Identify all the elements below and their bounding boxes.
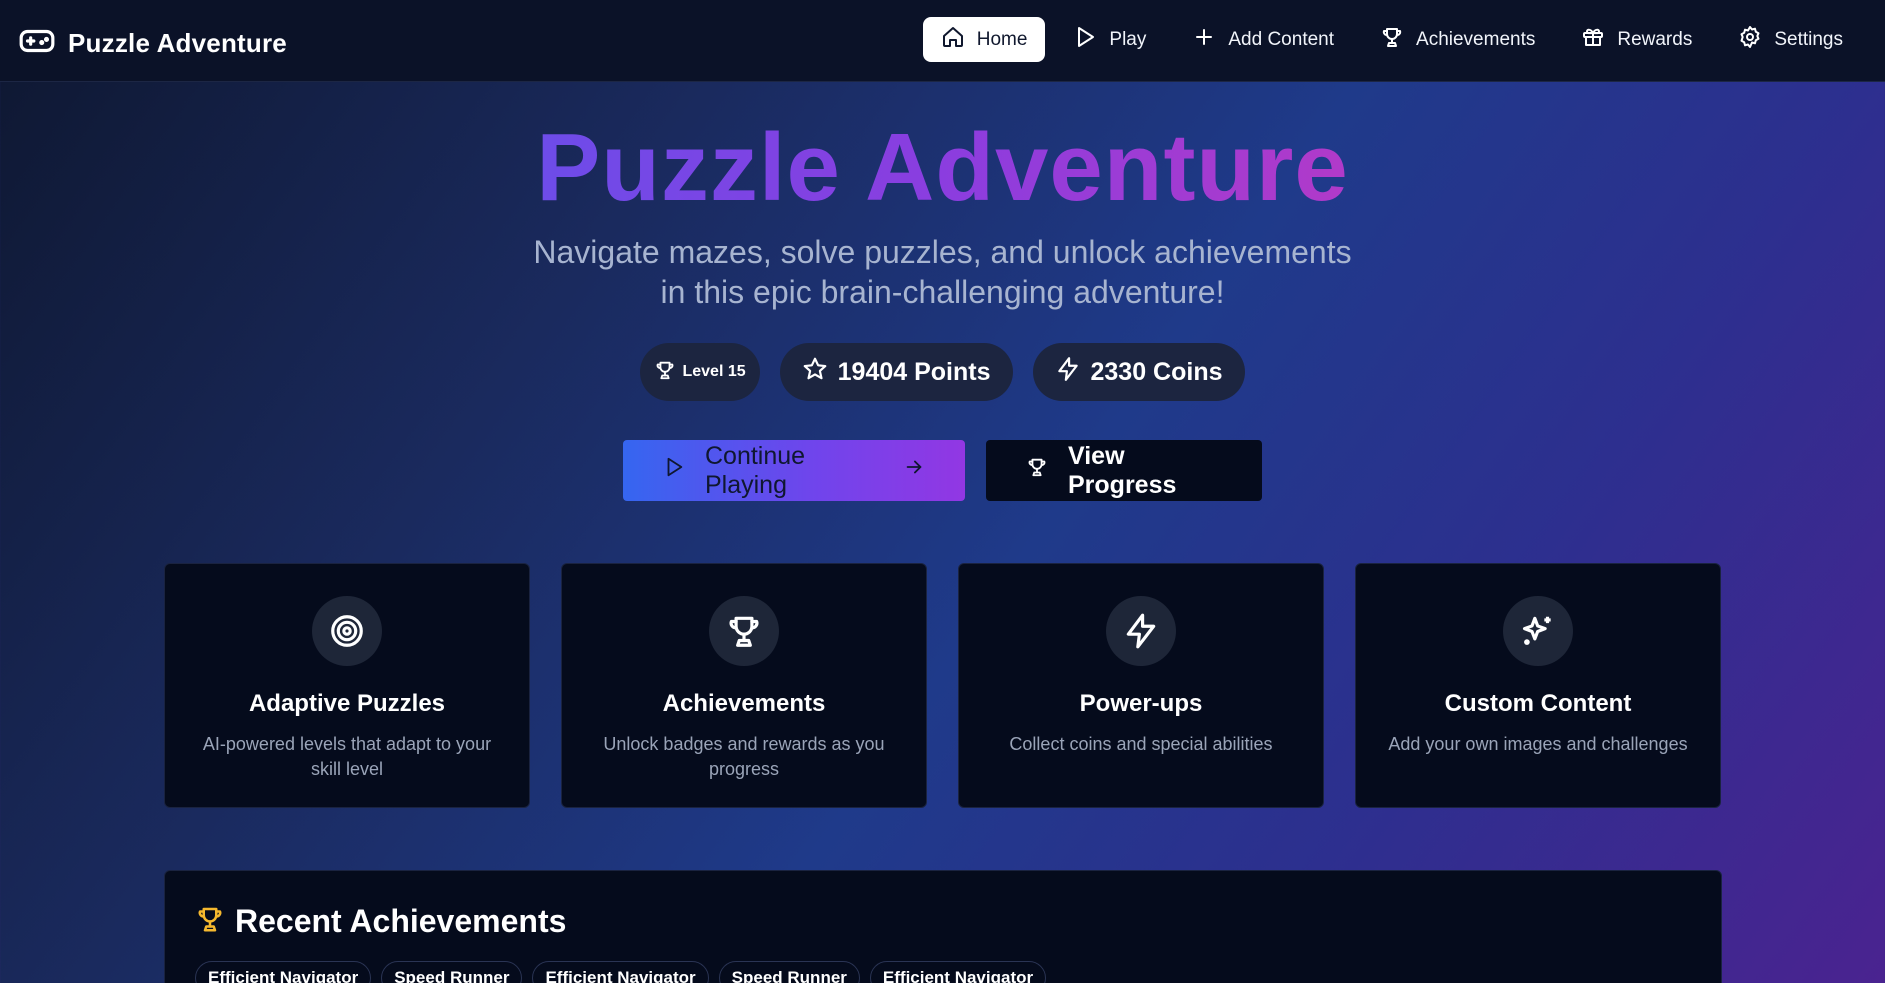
- nav-menu: Home Play Add Content Achievements Rewar…: [922, 17, 1861, 62]
- nav-home[interactable]: Home: [922, 17, 1046, 62]
- play-icon: [663, 456, 685, 485]
- feature-description: Collect coins and special abilities: [1009, 734, 1273, 754]
- continue-playing-button[interactable]: Continue Playing: [623, 440, 965, 501]
- hero-subtitle: Navigate mazes, solve puzzles, and unloc…: [0, 232, 1885, 312]
- trophy-icon: [1026, 456, 1048, 485]
- achievement-badge[interactable]: Speed Runner: [718, 961, 860, 983]
- feature-card-achievements: Achievements Unlock badges and rewards a…: [561, 563, 927, 808]
- nav-rewards-label: Rewards: [1617, 28, 1693, 50]
- brand[interactable]: Puzzle Adventure: [18, 22, 287, 65]
- lightning-icon: [1106, 596, 1176, 666]
- achievement-badge[interactable]: Efficient Navigator: [532, 961, 709, 983]
- level-badge: Level 15: [640, 343, 760, 401]
- feature-cards: Adaptive Puzzles AI-powered levels that …: [164, 563, 1721, 808]
- play-icon: [1073, 25, 1097, 55]
- nav-play-label: Play: [1109, 28, 1147, 50]
- sparkles-icon: [1503, 596, 1573, 666]
- nav-add-content-label: Add Content: [1228, 28, 1335, 50]
- top-nav: Puzzle Adventure Home Play Add Content A…: [0, 0, 1885, 82]
- coins-badge: 2330 Coins: [1032, 343, 1245, 401]
- nav-play[interactable]: Play: [1055, 17, 1164, 62]
- feature-card-power-ups: Power-ups Collect coins and special abil…: [958, 563, 1324, 808]
- nav-achievements-label: Achievements: [1416, 28, 1536, 50]
- recent-achievements-title: Recent Achievements: [235, 903, 567, 939]
- trophy-icon: [1380, 25, 1404, 55]
- nav-rewards[interactable]: Rewards: [1563, 17, 1710, 62]
- trophy-icon: [654, 359, 676, 386]
- hero-actions: Continue Playing View Progress: [0, 440, 1885, 501]
- recent-achievements-panel: Recent Achievements Efficient Navigator …: [164, 870, 1722, 983]
- feature-card-adaptive-puzzles: Adaptive Puzzles AI-powered levels that …: [164, 563, 530, 808]
- achievement-badge[interactable]: Efficient Navigator: [195, 961, 372, 983]
- nav-settings[interactable]: Settings: [1720, 17, 1861, 62]
- achievement-badge[interactable]: Efficient Navigator: [869, 961, 1047, 983]
- view-progress-button[interactable]: View Progress: [986, 440, 1262, 501]
- nav-settings-label: Settings: [1774, 28, 1843, 50]
- feature-title: Custom Content: [1444, 690, 1632, 717]
- hero-subtitle-line-1: Navigate mazes, solve puzzles, and unloc…: [533, 234, 1352, 270]
- nav-achievements[interactable]: Achievements: [1362, 17, 1553, 62]
- target-icon: [312, 596, 382, 666]
- achievement-badges: Efficient Navigator Speed Runner Efficie…: [195, 961, 1047, 983]
- hero-title-text: Puzzle Adventure: [536, 114, 1349, 221]
- lightning-icon: [1055, 356, 1081, 389]
- level-text: Level 15: [682, 363, 746, 380]
- arrow-right-icon: [903, 456, 925, 485]
- achievement-badge[interactable]: Speed Runner: [381, 961, 523, 983]
- feature-title: Achievements: [662, 690, 826, 717]
- nav-add-content[interactable]: Add Content: [1174, 17, 1352, 62]
- trophy-icon: [709, 596, 779, 666]
- points-text: 19404 Points: [837, 357, 991, 386]
- gift-icon: [1581, 25, 1605, 55]
- points-badge: 19404 Points: [779, 343, 1013, 401]
- feature-description: Unlock badges and rewards as you progres…: [603, 734, 885, 779]
- coins-text: 2330 Coins: [1090, 357, 1223, 386]
- plus-icon: [1192, 25, 1216, 55]
- feature-description: Add your own images and challenges: [1388, 734, 1688, 754]
- nav-home-label: Home: [976, 28, 1028, 50]
- feature-description: AI-powered levels that adapt to your ski…: [202, 734, 492, 779]
- brand-name: Puzzle Adventure: [68, 28, 287, 58]
- trophy-icon: [195, 904, 225, 939]
- gamepad-icon: [18, 22, 56, 65]
- view-progress-label: View Progress: [1068, 441, 1177, 499]
- star-icon: [802, 356, 828, 389]
- home-icon: [941, 25, 965, 55]
- feature-title: Adaptive Puzzles: [248, 690, 446, 717]
- hero-title: Puzzle Adventure: [0, 118, 1885, 218]
- feature-title: Power-ups: [1079, 690, 1203, 717]
- hero-subtitle-line-2: in this epic brain-challenging adventure…: [660, 274, 1225, 310]
- feature-card-custom-content: Custom Content Add your own images and c…: [1355, 563, 1721, 808]
- recent-achievements-header: Recent Achievements: [195, 903, 566, 940]
- stats-row: Level 15 19404 Points 2330 Coins: [0, 343, 1885, 401]
- gear-icon: [1738, 25, 1762, 55]
- continue-playing-label: Continue Playing: [705, 441, 806, 499]
